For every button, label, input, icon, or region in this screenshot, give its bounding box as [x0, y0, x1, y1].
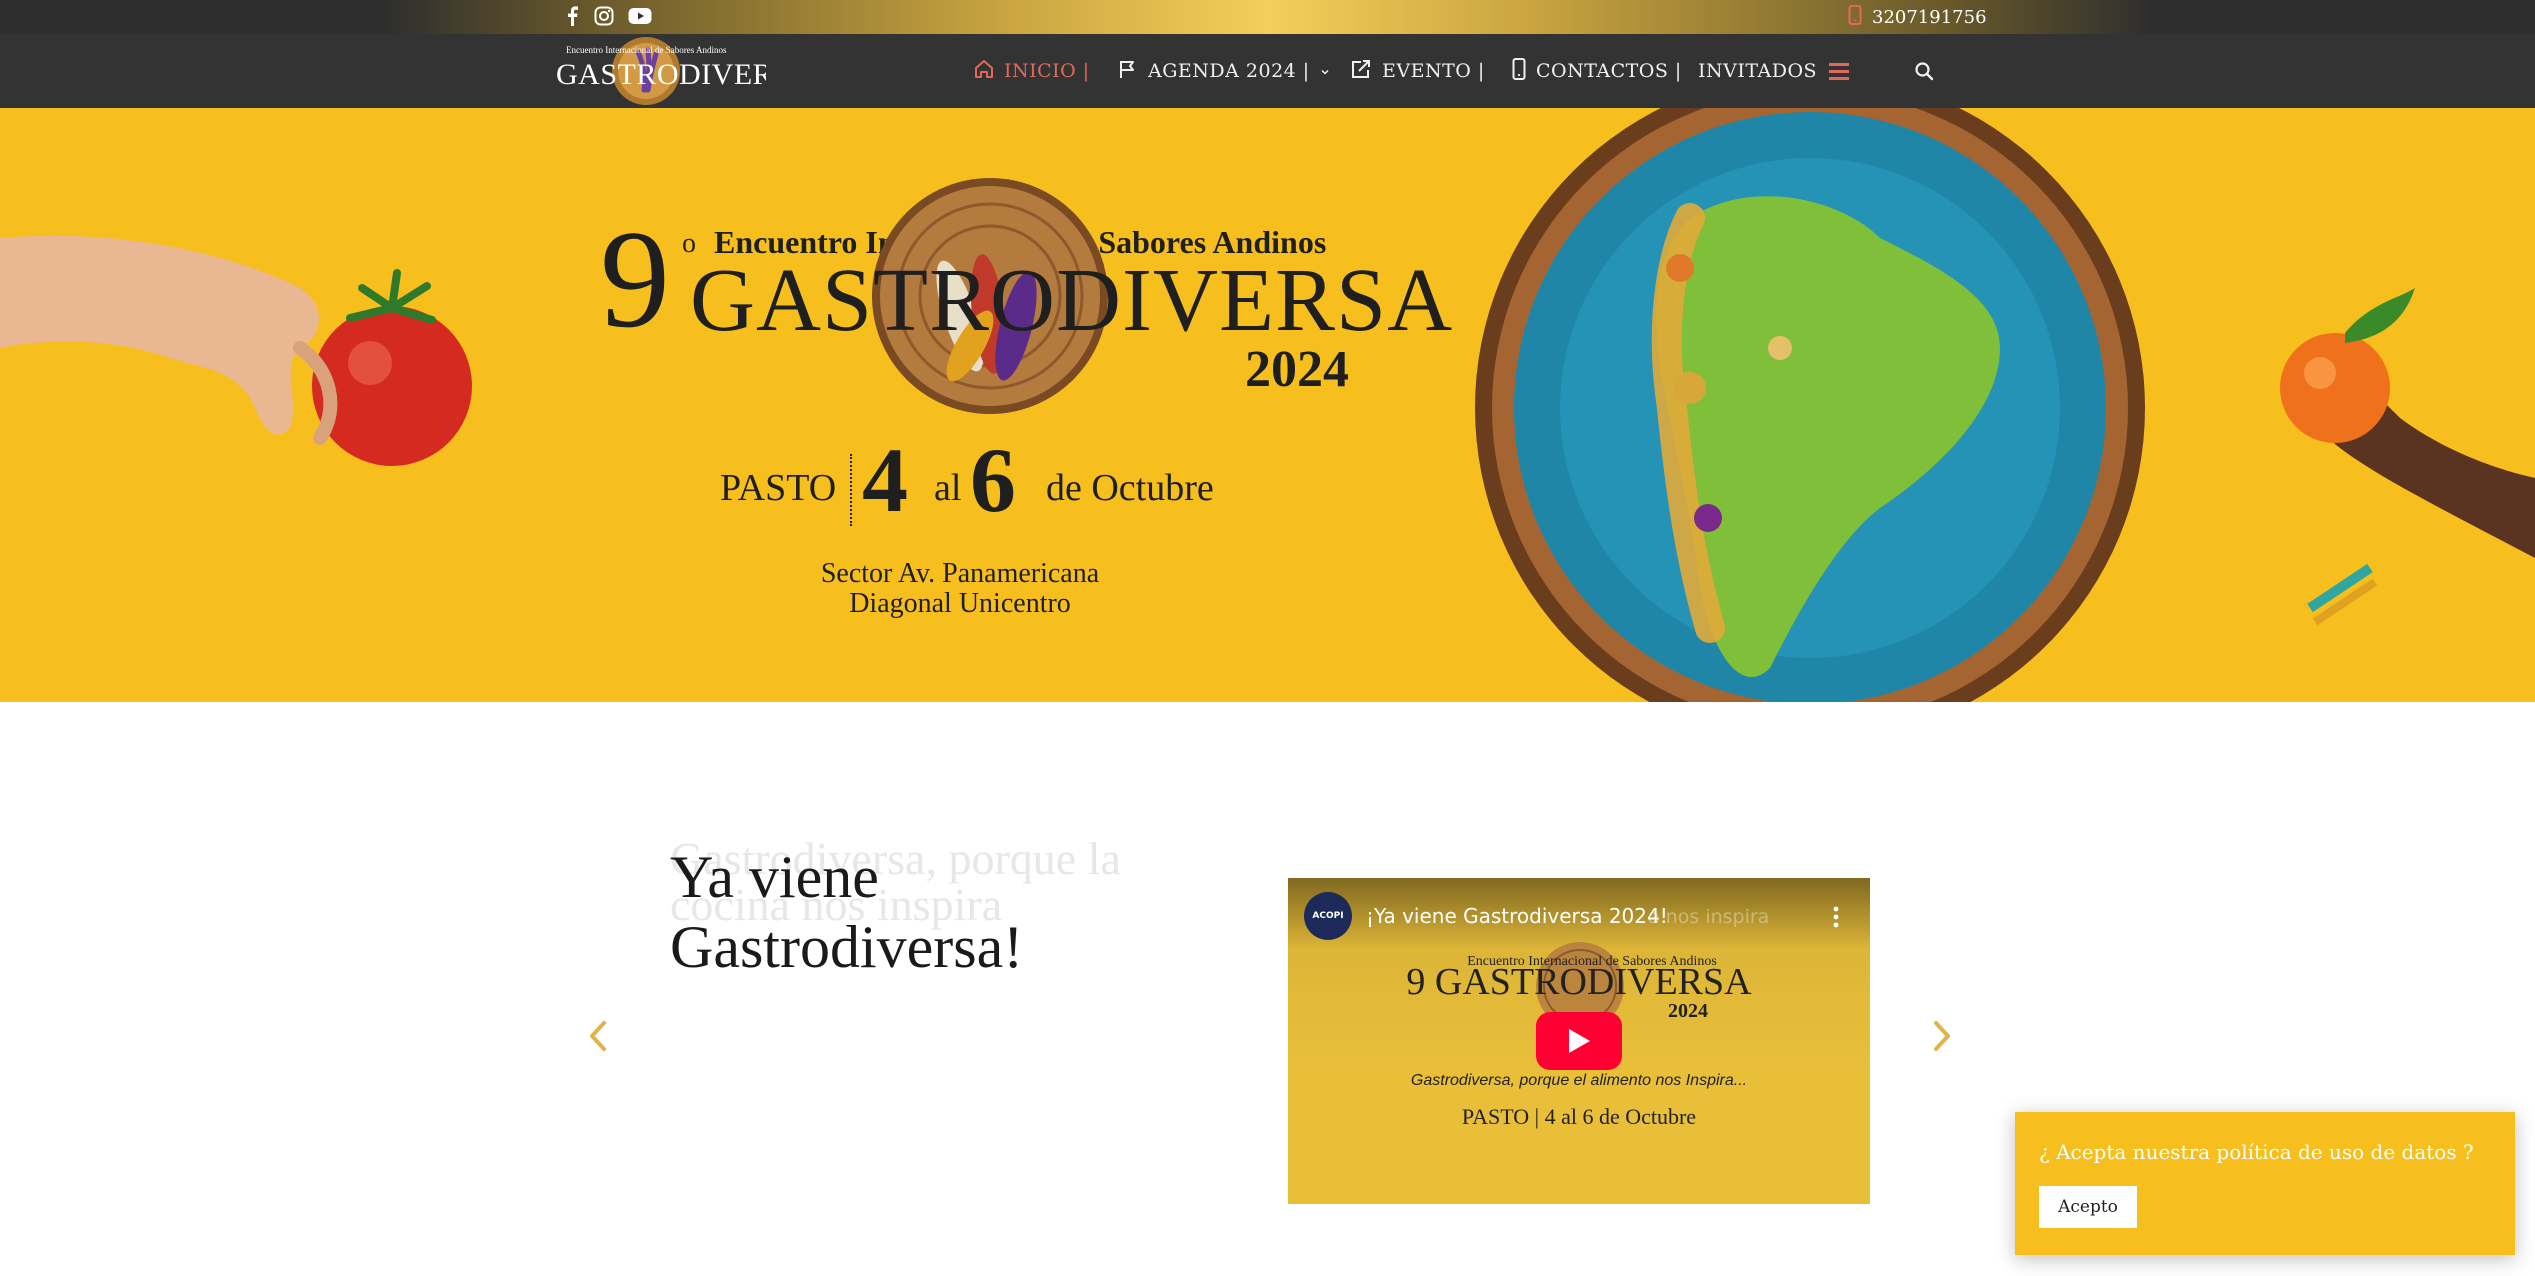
video-title-ghost: a nos inspira — [1648, 906, 1770, 928]
svg-text:Encuentro Internacional de Sab: Encuentro Internacional de Sabores Andin… — [566, 45, 727, 55]
instagram-icon[interactable] — [592, 4, 616, 28]
plate-south-america-illustration — [1475, 108, 2535, 702]
nav-item-label: INVITADOS — [1698, 60, 1818, 82]
top-bar — [0, 0, 2535, 34]
phone-contact[interactable]: 3207191756 — [1848, 3, 1987, 31]
mobile-icon — [1512, 57, 1526, 85]
facebook-icon[interactable] — [560, 4, 584, 28]
carousel-prev-arrow[interactable] — [580, 1016, 616, 1056]
nav-item-label: EVENTO | — [1382, 60, 1485, 82]
nav-item-invitados[interactable]: INVITADOS — [1698, 34, 1817, 108]
video-tagline: Gastrodiversa, porque el alimento nos In… — [1410, 1072, 1748, 1089]
hero-month: de Octubre — [1046, 467, 1214, 509]
hero-place-line2: Diagonal Unicentro — [849, 588, 1071, 619]
cookie-consent-banner: ¿ Acepta nuestra política de uso de dato… — [2015, 1112, 2515, 1255]
nav-item-evento[interactable]: EVENTO | — [1350, 34, 1485, 108]
video-date: PASTO | 4 al 6 de Octubre — [1461, 1104, 1697, 1129]
hero-day-start: 4 — [862, 429, 908, 531]
hero-al: al — [934, 467, 962, 509]
video-logo: 9 GASTRODIVERSA — [1406, 961, 1752, 1003]
share-icon — [1350, 59, 1372, 84]
chevron-down-icon[interactable] — [1320, 60, 1330, 82]
site-logo[interactable]: Encuentro Internacional de Sabores Andin… — [556, 36, 812, 106]
video-embed[interactable]: ACOPI ¡Ya viene Gastrodiversa 2024! a no… — [1288, 878, 1870, 1204]
video-title[interactable]: ¡Ya viene Gastrodiversa 2024! — [1366, 904, 1668, 928]
video-year: 2024 — [1668, 1000, 1708, 1022]
more-options-icon[interactable] — [1824, 904, 1848, 930]
nav-item-inicio[interactable]: INICIO | — [974, 34, 1090, 108]
phone-number: 3207191756 — [1872, 6, 1987, 28]
hero-place-line1: Sector Av. Panamericana — [820, 558, 1100, 589]
hero-banner: 9 o Encuentro Internacional de Sabores A… — [0, 108, 2535, 702]
hero-year: 2024 — [1245, 341, 1349, 398]
nav-item-contactos[interactable]: CONTACTOS | — [1512, 34, 1682, 108]
section-heading: Ya viene Gastrodiversa! — [670, 844, 1024, 980]
hero-city: PASTO — [720, 467, 837, 509]
home-icon — [974, 59, 994, 84]
hero-title: GASTRODIVERSA — [690, 251, 1454, 350]
svg-text:GASTRODIVERSA: GASTRODIVERSA — [556, 58, 766, 91]
youtube-icon[interactable] — [628, 4, 652, 28]
accept-cookies-button[interactable]: Acepto — [2039, 1186, 2137, 1228]
nav-item-label: AGENDA 2024 | — [1148, 60, 1310, 82]
carousel-next-arrow[interactable] — [1924, 1016, 1960, 1056]
nav-item-label: INICIO | — [1004, 60, 1090, 82]
nav-item-agenda[interactable]: AGENDA 2024 | — [1118, 34, 1330, 108]
cookie-question: ¿ Acepta nuestra política de uso de dato… — [2039, 1140, 2474, 1164]
video-channel-avatar[interactable]: ACOPI — [1304, 892, 1352, 940]
hand-tomato-illustration — [0, 235, 472, 466]
hero-edition-number: 9 — [600, 202, 670, 357]
play-button-icon[interactable] — [1536, 1012, 1622, 1070]
nav-item-label: CONTACTOS | — [1536, 60, 1682, 82]
hero-divider — [850, 454, 854, 526]
menu-icon[interactable] — [1828, 34, 1850, 108]
hero-day-end: 6 — [970, 429, 1016, 531]
search-icon[interactable] — [1914, 34, 1934, 108]
flag-icon — [1118, 59, 1138, 84]
phone-icon — [1848, 5, 1862, 29]
